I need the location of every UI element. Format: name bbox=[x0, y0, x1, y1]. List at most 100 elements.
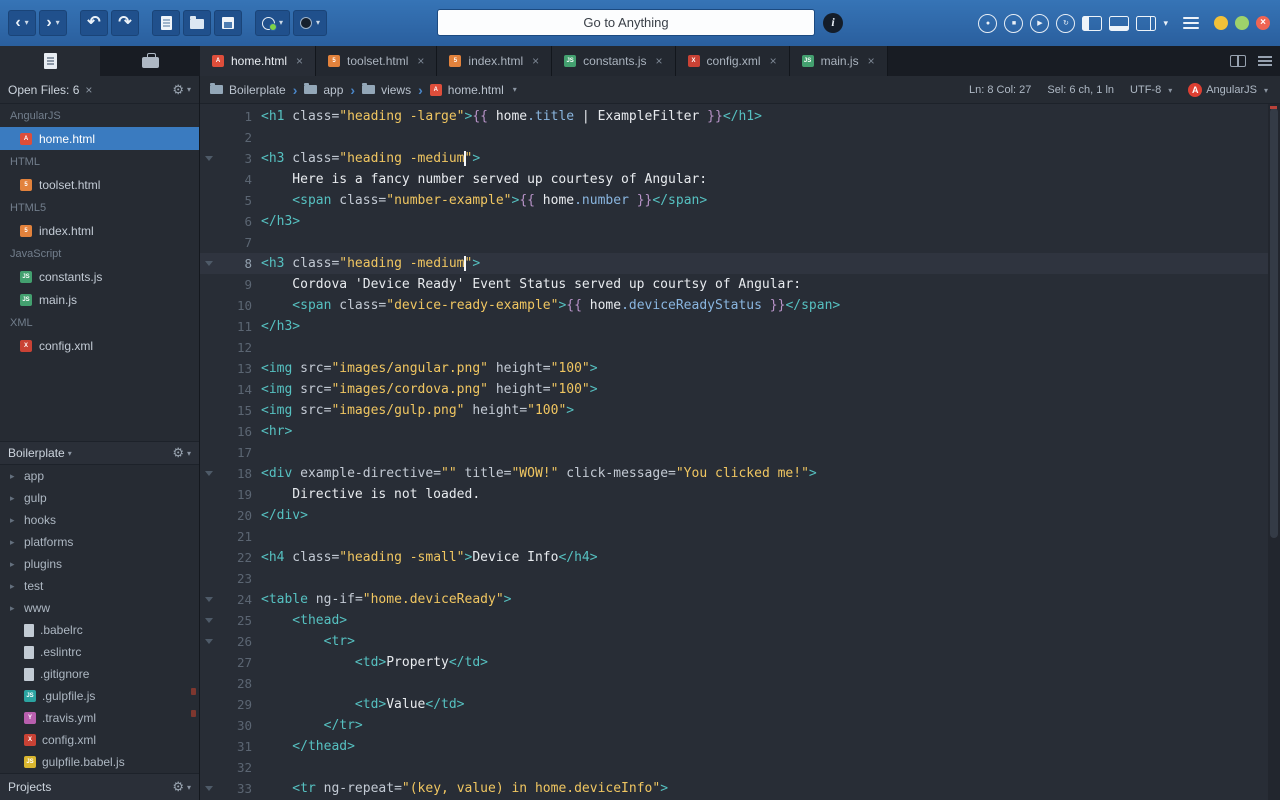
toggle-right-panel-button[interactable] bbox=[1136, 16, 1156, 31]
tab-list-icon[interactable] bbox=[1258, 60, 1272, 62]
editor-line[interactable]: 26 <tr> bbox=[200, 631, 1280, 652]
toggle-left-panel-button[interactable] bbox=[1082, 16, 1102, 31]
info-icon[interactable]: i bbox=[823, 13, 843, 33]
toolbox-panel-tab[interactable] bbox=[100, 46, 200, 76]
open-file-index.html[interactable]: 5index.html bbox=[0, 219, 199, 242]
open-file-home.html[interactable]: Ahome.html bbox=[0, 127, 199, 150]
editor-line[interactable]: 16<hr> bbox=[200, 421, 1280, 442]
editor-line[interactable]: 9 Cordova 'Device Ready' Event Status se… bbox=[200, 274, 1280, 295]
open-file-main.js[interactable]: JSmain.js bbox=[0, 288, 199, 311]
editor-line[interactable]: 11</h3> bbox=[200, 316, 1280, 337]
editor-line[interactable]: 17 bbox=[200, 442, 1280, 463]
chevron-down-icon[interactable]: ▾ bbox=[1163, 18, 1168, 29]
tab-main.js[interactable]: JSmain.js× bbox=[790, 46, 888, 76]
macro-loop-button[interactable]: ↻ bbox=[1056, 14, 1075, 33]
split-view-icon[interactable] bbox=[1230, 55, 1246, 67]
editor-line[interactable]: 20</div> bbox=[200, 505, 1280, 526]
macro-record-button[interactable]: ● bbox=[978, 14, 997, 33]
breadcrumb-item[interactable]: views bbox=[362, 83, 411, 97]
minimize-button[interactable] bbox=[1214, 16, 1228, 30]
go-to-anything-input[interactable] bbox=[437, 9, 815, 36]
editor-scrollbar[interactable] bbox=[1268, 104, 1280, 800]
macro-play-button[interactable]: ▶ bbox=[1030, 14, 1049, 33]
fold-arrow-icon[interactable] bbox=[200, 471, 218, 476]
tab-constants.js[interactable]: JSconstants.js× bbox=[552, 46, 675, 76]
tree-folder-gulp[interactable]: ▸gulp bbox=[0, 487, 199, 509]
fold-arrow-icon[interactable] bbox=[200, 156, 218, 161]
gear-icon[interactable]: ⚙ bbox=[172, 779, 184, 795]
close-window-button[interactable]: × bbox=[1256, 16, 1270, 30]
open-file-button[interactable] bbox=[183, 10, 211, 36]
editor-line[interactable]: 15<img src="images/gulp.png" height="100… bbox=[200, 400, 1280, 421]
editor-line[interactable]: 22<h4 class="heading -small">Device Info… bbox=[200, 547, 1280, 568]
publish-button[interactable]: ▾ bbox=[293, 10, 327, 36]
maximize-button[interactable] bbox=[1235, 16, 1249, 30]
fold-arrow-icon[interactable] bbox=[200, 786, 218, 791]
editor-line[interactable]: 5 <span class="number-example">{{ home.n… bbox=[200, 190, 1280, 211]
tab-toolset.html[interactable]: 5toolset.html× bbox=[316, 46, 437, 76]
editor-line[interactable]: 10 <span class="device-ready-example">{{… bbox=[200, 295, 1280, 316]
tree-folder-platforms[interactable]: ▸platforms bbox=[0, 531, 199, 553]
editor-line[interactable]: 12 bbox=[200, 337, 1280, 358]
fold-arrow-icon[interactable] bbox=[200, 597, 218, 602]
toggle-bottom-panel-button[interactable] bbox=[1109, 16, 1129, 31]
editor-line[interactable]: 8<h3 class="heading -medium"> bbox=[200, 253, 1280, 274]
scrollbar-thumb[interactable] bbox=[1270, 108, 1278, 538]
forward-button[interactable]: › ▾ bbox=[39, 10, 67, 36]
editor-line[interactable]: 25 <thead> bbox=[200, 610, 1280, 631]
tree-file-gulpfile.babel.js[interactable]: JSgulpfile.babel.js bbox=[0, 751, 199, 773]
open-file-constants.js[interactable]: JSconstants.js bbox=[0, 265, 199, 288]
tab-home.html[interactable]: Ahome.html× bbox=[200, 46, 316, 76]
tree-folder-plugins[interactable]: ▸plugins bbox=[0, 553, 199, 575]
editor-line[interactable]: 3<h3 class="heading -medium"> bbox=[200, 148, 1280, 169]
breadcrumb-item[interactable]: Boilerplate bbox=[210, 83, 286, 97]
tree-folder-app[interactable]: ▸app bbox=[0, 465, 199, 487]
editor-line[interactable]: 18<div example-directive="" title="WOW!"… bbox=[200, 463, 1280, 484]
editor-line[interactable]: 32 bbox=[200, 757, 1280, 778]
editor-line[interactable]: 4 Here is a fancy number served up court… bbox=[200, 169, 1280, 190]
open-file-toolset.html[interactable]: 5toolset.html bbox=[0, 173, 199, 196]
undo-button[interactable]: ↶ bbox=[80, 10, 108, 36]
editor-line[interactable]: 27 <td>Property</td> bbox=[200, 652, 1280, 673]
editor-line[interactable]: 33 <tr ng-repeat="(key, value) in home.d… bbox=[200, 778, 1280, 799]
editor-line[interactable]: 23 bbox=[200, 568, 1280, 589]
editor-line[interactable]: 6</h3> bbox=[200, 211, 1280, 232]
tab-config.xml[interactable]: Xconfig.xml× bbox=[676, 46, 790, 76]
projects-header[interactable]: Projects ⚙ ▾ bbox=[0, 773, 199, 800]
gear-icon[interactable]: ⚙ bbox=[172, 82, 184, 98]
tree-file-config.xml[interactable]: Xconfig.xml bbox=[0, 729, 199, 751]
close-icon[interactable]: × bbox=[85, 83, 92, 97]
tree-folder-hooks[interactable]: ▸hooks bbox=[0, 509, 199, 531]
redo-button[interactable]: ↷ bbox=[111, 10, 139, 36]
back-button[interactable]: ‹ ▾ bbox=[8, 10, 36, 36]
tab-index.html[interactable]: 5index.html× bbox=[437, 46, 552, 76]
tree-file-.gitignore[interactable]: .gitignore bbox=[0, 663, 199, 685]
close-icon[interactable]: × bbox=[656, 54, 663, 68]
tree-file-.babelrc[interactable]: .babelrc bbox=[0, 619, 199, 641]
gear-icon[interactable]: ⚙ bbox=[172, 445, 184, 461]
editor-line[interactable]: 14<img src="images/cordova.png" height="… bbox=[200, 379, 1280, 400]
tree-file-.eslintrc[interactable]: .eslintrc bbox=[0, 641, 199, 663]
editor-line[interactable]: 21 bbox=[200, 526, 1280, 547]
macro-stop-button[interactable]: ■ bbox=[1004, 14, 1023, 33]
fold-arrow-icon[interactable] bbox=[200, 639, 218, 644]
editor-line[interactable]: 7 bbox=[200, 232, 1280, 253]
preview-button[interactable]: ▾ bbox=[255, 10, 290, 36]
editor-line[interactable]: 28 bbox=[200, 673, 1280, 694]
close-icon[interactable]: × bbox=[417, 54, 424, 68]
tree-folder-www[interactable]: ▸www bbox=[0, 597, 199, 619]
new-file-button[interactable] bbox=[152, 10, 180, 36]
close-icon[interactable]: × bbox=[532, 54, 539, 68]
editor-line[interactable]: 30 </tr> bbox=[200, 715, 1280, 736]
close-icon[interactable]: × bbox=[770, 54, 777, 68]
editor-line[interactable]: 19 Directive is not loaded. bbox=[200, 484, 1280, 505]
main-menu-button[interactable] bbox=[1183, 22, 1199, 25]
editor-line[interactable]: 29 <td>Value</td> bbox=[200, 694, 1280, 715]
save-button[interactable] bbox=[214, 10, 242, 36]
close-icon[interactable]: × bbox=[868, 54, 875, 68]
close-icon[interactable]: × bbox=[296, 54, 303, 68]
tree-folder-test[interactable]: ▸test bbox=[0, 575, 199, 597]
editor-line[interactable]: 2 bbox=[200, 127, 1280, 148]
tree-file-.gulpfile.js[interactable]: JS.gulpfile.js bbox=[0, 685, 199, 707]
editor-line[interactable]: 31 </thead> bbox=[200, 736, 1280, 757]
